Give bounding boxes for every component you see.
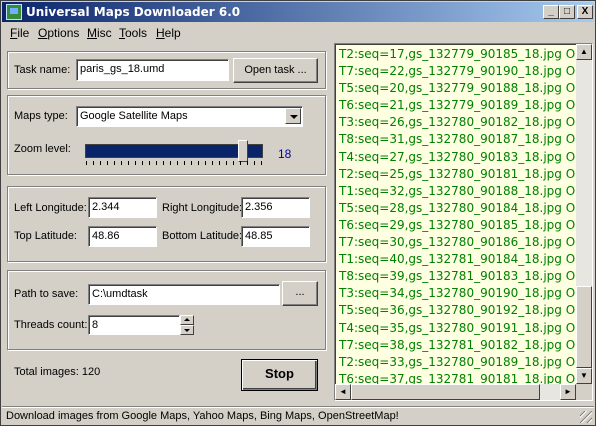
horizontal-scrollbar[interactable]: ◄ ► bbox=[335, 384, 576, 400]
log-line: T2:seq=25,gs_132780_90181_18.jpg OK bbox=[339, 166, 584, 181]
log-line: T6:seq=21,gs_132779_90189_18.jpg OK bbox=[339, 98, 584, 113]
log-lines: T2:seq=17,gs_132779_90185_18.jpg OK T7:se… bbox=[339, 46, 583, 388]
spin-up-icon[interactable] bbox=[180, 315, 194, 325]
scroll-corner bbox=[576, 384, 592, 400]
left-longitude-label: Left Longitude: bbox=[14, 202, 87, 214]
log-line: T3:seq=26,gs_132780_90182_18.jpg OK bbox=[339, 115, 584, 130]
log-line: T7:seq=38,gs_132781_90182_18.jpg OK bbox=[339, 337, 584, 352]
app-window: Universal Maps Downloader 6.0 _ □ X File… bbox=[0, 0, 596, 426]
scroll-up-icon[interactable]: ▲ bbox=[576, 44, 592, 60]
threads-count-input[interactable]: 8 bbox=[88, 315, 180, 335]
right-longitude-label: Right Longitude: bbox=[162, 202, 243, 214]
browse-button[interactable]: ... bbox=[282, 281, 318, 306]
menu-file[interactable]: File bbox=[10, 26, 29, 40]
log-line: T1:seq=32,gs_132780_90188_18.jpg OK bbox=[339, 183, 584, 198]
zoom-slider-thumb[interactable] bbox=[238, 140, 248, 162]
maximize-button[interactable]: □ bbox=[559, 5, 575, 19]
zoom-level-label: Zoom level: bbox=[14, 143, 71, 155]
vertical-scroll-thumb[interactable] bbox=[576, 286, 592, 368]
scroll-right-icon[interactable]: ► bbox=[560, 384, 576, 400]
zoom-slider-track[interactable] bbox=[85, 144, 263, 158]
spin-down-icon[interactable] bbox=[180, 325, 194, 335]
log-line: T8:seq=31,gs_132780_90187_18.jpg OK bbox=[339, 132, 584, 147]
scroll-left-icon[interactable]: ◄ bbox=[335, 384, 351, 400]
horizontal-scroll-thumb[interactable] bbox=[351, 384, 540, 400]
menu-options[interactable]: Options bbox=[38, 26, 79, 40]
menu-help[interactable]: Help bbox=[156, 26, 181, 40]
menu-tools[interactable]: Tools bbox=[119, 26, 147, 40]
log-line: T7:seq=30,gs_132780_90186_18.jpg OK bbox=[339, 235, 584, 250]
left-longitude-input[interactable]: 2.344 bbox=[88, 197, 157, 218]
minimize-button[interactable]: _ bbox=[543, 5, 559, 19]
log-line: T5:seq=28,gs_132780_90184_18.jpg OK bbox=[339, 200, 584, 215]
task-name-label: Task name: bbox=[14, 64, 71, 76]
zoom-slider-ticks bbox=[86, 161, 262, 165]
path-to-save-label: Path to save: bbox=[14, 288, 79, 300]
log-line: T5:seq=36,gs_132780_90192_18.jpg OK bbox=[339, 303, 584, 318]
top-latitude-label: Top Latitude: bbox=[14, 230, 77, 242]
vertical-scrollbar[interactable]: ▲ ▼ bbox=[576, 44, 592, 384]
save-group bbox=[7, 270, 326, 350]
path-to-save-input[interactable]: C:\umdtask bbox=[88, 284, 280, 305]
status-text: Download images from Google Maps, Yahoo … bbox=[6, 410, 399, 422]
scroll-down-icon[interactable]: ▼ bbox=[576, 368, 592, 384]
chevron-down-icon[interactable] bbox=[285, 108, 301, 124]
log-line: T3:seq=34,gs_132780_90190_18.jpg OK bbox=[339, 286, 584, 301]
log-line: T2:seq=33,gs_132780_90189_18.jpg OK bbox=[339, 354, 584, 369]
log-line: T2:seq=17,gs_132779_90185_18.jpg OK bbox=[339, 47, 584, 61]
log-panel[interactable]: T2:seq=17,gs_132779_90185_18.jpg OK T7:se… bbox=[334, 43, 593, 401]
log-line: T7:seq=22,gs_132779_90190_18.jpg OK bbox=[339, 64, 584, 79]
threads-count-label: Threads count: bbox=[14, 319, 88, 331]
log-line: T5:seq=20,gs_132779_90188_18.jpg OK bbox=[339, 81, 584, 96]
log-line: T1:seq=40,gs_132781_90184_18.jpg OK bbox=[339, 252, 584, 267]
bottom-latitude-input[interactable]: 48.85 bbox=[241, 226, 310, 247]
maps-type-select[interactable]: Google Satellite Maps bbox=[76, 106, 303, 127]
close-button[interactable]: X bbox=[577, 5, 593, 19]
total-images-label: Total images: 120 bbox=[14, 366, 101, 378]
resize-grip-icon[interactable] bbox=[580, 411, 592, 423]
title-bar[interactable]: Universal Maps Downloader 6.0 _ □ X bbox=[2, 2, 594, 22]
menu-misc[interactable]: Misc bbox=[87, 26, 112, 40]
log-line: T4:seq=35,gs_132780_90191_18.jpg OK bbox=[339, 320, 584, 335]
menu-bar: File Options Misc Tools Help bbox=[2, 23, 594, 42]
bottom-latitude-label: Bottom Latitude: bbox=[162, 230, 243, 242]
maps-type-value: Google Satellite Maps bbox=[80, 110, 188, 122]
map-app-icon bbox=[6, 4, 22, 20]
maps-type-label: Maps type: bbox=[14, 110, 68, 122]
stop-button[interactable]: Stop bbox=[241, 359, 318, 391]
log-line: T6:seq=29,gs_132780_90185_18.jpg OK bbox=[339, 217, 584, 232]
open-task-button[interactable]: Open task ... bbox=[233, 58, 318, 83]
right-longitude-input[interactable]: 2.356 bbox=[241, 197, 310, 218]
log-line: T8:seq=39,gs_132781_90183_18.jpg OK bbox=[339, 269, 584, 284]
task-name-input[interactable]: paris_gs_18.umd bbox=[76, 59, 229, 81]
log-line: T4:seq=27,gs_132780_90183_18.jpg OK bbox=[339, 149, 584, 164]
status-bar: Download images from Google Maps, Yahoo … bbox=[2, 406, 594, 425]
window-title: Universal Maps Downloader 6.0 bbox=[26, 5, 241, 19]
top-latitude-input[interactable]: 48.86 bbox=[88, 226, 157, 247]
zoom-level-value: 18 bbox=[278, 147, 292, 161]
